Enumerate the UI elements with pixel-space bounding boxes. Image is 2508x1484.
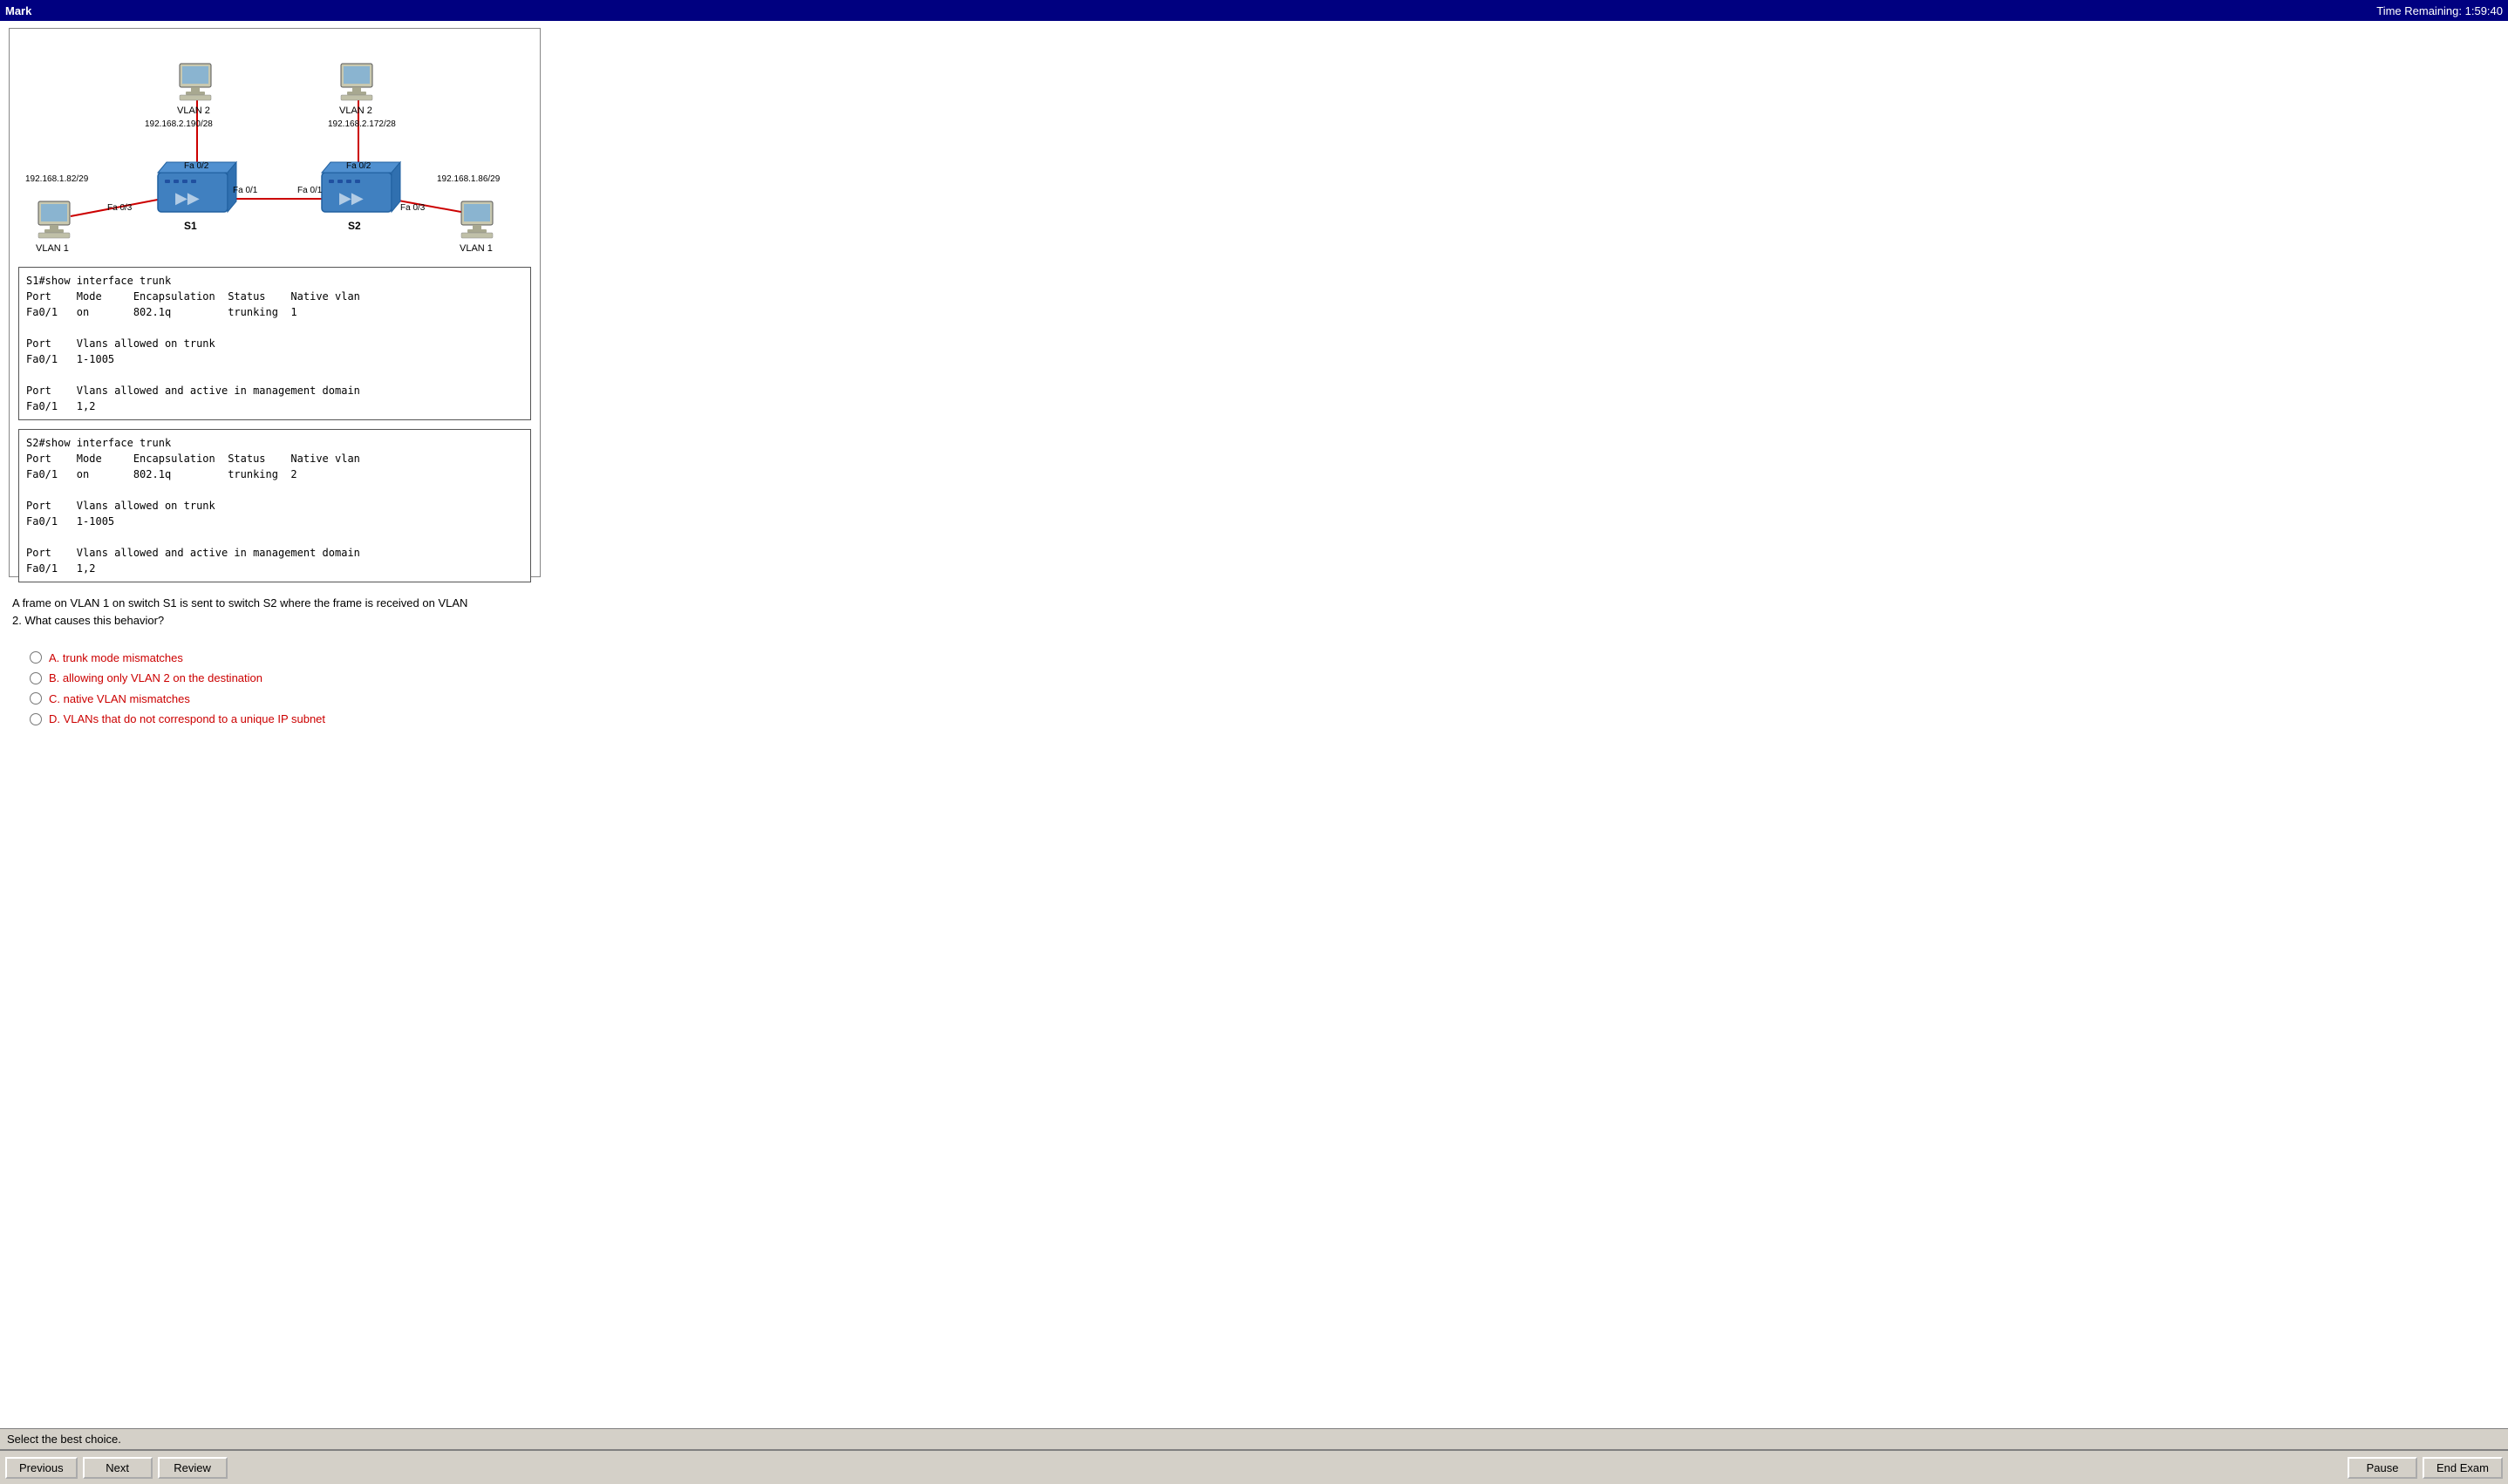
pause-button[interactable]: Pause (2348, 1457, 2417, 1479)
status-text: Select the best choice. (7, 1433, 121, 1446)
question-area: A frame on VLAN 1 on switch S1 is sent t… (9, 589, 2499, 737)
title-bar-title: Mark (5, 4, 31, 17)
main-content: VLAN 2 192.168.2.190/28 VLAN 2 192.168.2… (0, 21, 2508, 1428)
ip2-label: 192.168.2.172/28 (328, 119, 396, 129)
ip4-label: 192.168.1.86/29 (437, 174, 501, 184)
vlan2-left-label: VLAN 2 (177, 106, 210, 116)
s2-console-content: S2#show interface trunk Port Mode Encaps… (26, 435, 523, 576)
vlan1-left-label: VLAN 1 (36, 243, 69, 254)
choice-b-text: B. allowing only VLAN 2 on the destinati… (49, 670, 262, 687)
radio-a[interactable] (30, 651, 42, 664)
s2-console: S2#show interface trunk Port Mode Encaps… (18, 429, 531, 582)
s1-label: S1 (184, 220, 197, 232)
review-button[interactable]: Review (158, 1457, 228, 1479)
bottom-bar: Previous Next Review Pause End Exam (0, 1449, 2508, 1484)
fa01-s1-right-label: Fa 0/1 (233, 186, 258, 195)
fa03-s1-label: Fa 0/3 (107, 203, 133, 213)
choice-d-text: D. VLANs that do not correspond to a uni… (49, 711, 325, 728)
question-text: A frame on VLAN 1 on switch S1 is sent t… (12, 595, 2496, 629)
end-exam-button[interactable]: End Exam (2423, 1457, 2503, 1479)
vlan2-right-label: VLAN 2 (339, 106, 372, 116)
right-buttons: Pause End Exam (2348, 1457, 2503, 1479)
title-bar: Mark Time Remaining: 1:59:40 (0, 0, 2508, 21)
choice-a[interactable]: A. trunk mode mismatches (30, 650, 2478, 667)
choice-a-text: A. trunk mode mismatches (49, 650, 183, 667)
fa03-s2-label: Fa 0/3 (400, 203, 426, 213)
time-remaining: Time Remaining: 1:59:40 (2376, 4, 2503, 17)
svg-text:▶▶: ▶▶ (339, 189, 364, 207)
status-bar: Select the best choice. (0, 1428, 2508, 1449)
fa01-s2-left-label: Fa 0/1 (297, 186, 323, 195)
app-title: Mark (5, 4, 31, 17)
s2-label: S2 (348, 220, 361, 232)
radio-b[interactable] (30, 672, 42, 684)
choice-c-text: C. native VLAN mismatches (49, 691, 190, 708)
previous-button[interactable]: Previous (5, 1457, 78, 1479)
ip1-label: 192.168.2.190/28 (145, 119, 213, 129)
network-svg: VLAN 2 192.168.2.190/28 VLAN 2 192.168.2… (10, 29, 542, 264)
svg-text:▶▶: ▶▶ (175, 189, 200, 207)
next-button[interactable]: Next (83, 1457, 153, 1479)
choice-b[interactable]: B. allowing only VLAN 2 on the destinati… (30, 670, 2478, 687)
vlan1-right-label: VLAN 1 (460, 243, 493, 254)
choice-d[interactable]: D. VLANs that do not correspond to a uni… (30, 711, 2478, 728)
s1-console-content: S1#show interface trunk Port Mode Encaps… (26, 273, 523, 414)
s1-console: S1#show interface trunk Port Mode Encaps… (18, 267, 531, 420)
fa02-s1-label: Fa 0/2 (184, 161, 209, 171)
network-diagram: VLAN 2 192.168.2.190/28 VLAN 2 192.168.2… (9, 28, 541, 577)
radio-d[interactable] (30, 713, 42, 725)
fa02-s2-label: Fa 0/2 (346, 161, 371, 171)
choice-c[interactable]: C. native VLAN mismatches (30, 691, 2478, 708)
ip3-label: 192.168.1.82/29 (25, 174, 89, 184)
radio-c[interactable] (30, 692, 42, 705)
